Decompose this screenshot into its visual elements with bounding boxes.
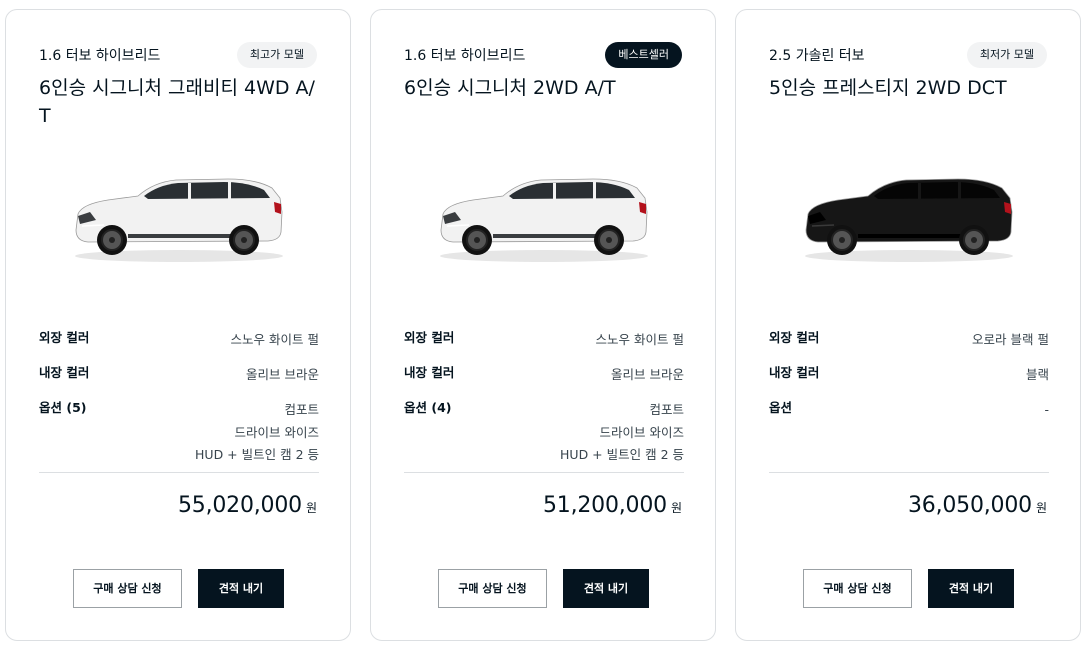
exterior-color-label: 외장 컬러 (404, 330, 455, 345)
exterior-color-value: 스노우 화이트 펄 (595, 332, 684, 347)
get-quote-button[interactable]: 견적 내기 (563, 569, 649, 608)
option-item: HUD + 빌트인 캠 2 등 (195, 447, 319, 462)
options-label: 옵션 (5) (39, 400, 87, 415)
get-quote-button[interactable]: 견적 내기 (928, 569, 1014, 608)
options-list: 컴포트 드라이브 와이즈 HUD + 빌트인 캠 2 등 (195, 399, 319, 467)
car-image (440, 178, 648, 262)
option-item: 컴포트 (284, 402, 319, 417)
price: 36,050,000 원 (908, 493, 1047, 518)
interior-color-label: 내장 컬러 (769, 365, 820, 380)
engine-type: 1.6 터보 하이브리드 (404, 48, 526, 64)
trim-card-list: 1.6 터보 하이브리드 최고가 모델 6인승 시그니처 그래비티 4WD A/… (0, 0, 1087, 648)
trim-card: 1.6 터보 하이브리드 베스트셀러 6인승 시그니처 2WD A/T 외장 컬… (370, 9, 716, 641)
currency-unit: 원 (1035, 501, 1047, 515)
options-label: 옵션 (769, 400, 793, 415)
price: 51,200,000 원 (543, 493, 682, 518)
exterior-color-label: 외장 컬러 (769, 330, 820, 345)
price-amount: 51,200,000 (542, 493, 667, 518)
car-image (75, 178, 283, 262)
trim-card: 2.5 가솔린 터보 최저가 모델 5인승 프레스티지 2WD DCT 외장 컬… (735, 9, 1081, 641)
exterior-color-value: 스노우 화이트 펄 (230, 332, 319, 347)
engine-type: 1.6 터보 하이브리드 (39, 48, 161, 64)
currency-unit: 원 (670, 501, 682, 515)
divider (769, 472, 1049, 473)
get-quote-button[interactable]: 견적 내기 (198, 569, 284, 608)
divider (404, 472, 684, 473)
option-item: HUD + 빌트인 캠 2 등 (560, 447, 684, 462)
options-label: 옵션 (4) (404, 400, 452, 415)
divider (39, 472, 319, 473)
car-image (805, 178, 1013, 262)
exterior-color-label: 외장 컬러 (39, 330, 90, 345)
option-item: 드라이브 와이즈 (234, 424, 319, 440)
trim-name: 6인승 시그니처 그래비티 4WD A/T (39, 77, 315, 127)
exterior-color-value: 오로라 블랙 펄 (972, 332, 1049, 347)
trim-card: 1.6 터보 하이브리드 최고가 모델 6인승 시그니처 그래비티 4WD A/… (5, 9, 351, 641)
trim-name: 6인승 시그니처 2WD A/T (404, 77, 616, 99)
currency-unit: 원 (305, 501, 317, 515)
purchase-consult-button[interactable]: 구매 상담 신청 (438, 569, 547, 608)
trim-name: 5인승 프레스티지 2WD DCT (769, 77, 1007, 99)
price: 55,020,000 원 (178, 493, 317, 518)
model-badge: 베스트셀러 (605, 42, 682, 68)
interior-color-value: 올리브 브라운 (246, 367, 319, 382)
interior-color-value: 올리브 브라운 (611, 367, 684, 382)
model-badge: 최저가 모델 (966, 42, 1047, 68)
model-badge: 최고가 모델 (236, 42, 317, 68)
option-item: 드라이브 와이즈 (599, 424, 684, 440)
price-amount: 55,020,000 (177, 493, 302, 518)
price-amount: 36,050,000 (907, 493, 1032, 518)
interior-color-value: 블랙 (1025, 367, 1049, 382)
option-item: - (1044, 402, 1049, 417)
engine-type: 2.5 가솔린 터보 (769, 48, 865, 64)
purchase-consult-button[interactable]: 구매 상담 신청 (73, 569, 182, 608)
options-list: 컴포트 드라이브 와이즈 HUD + 빌트인 캠 2 등 (560, 399, 684, 467)
option-item: 컴포트 (649, 402, 684, 417)
purchase-consult-button[interactable]: 구매 상담 신청 (803, 569, 912, 608)
interior-color-label: 내장 컬러 (39, 365, 90, 380)
interior-color-label: 내장 컬러 (404, 365, 455, 380)
options-list: - (1044, 399, 1049, 422)
